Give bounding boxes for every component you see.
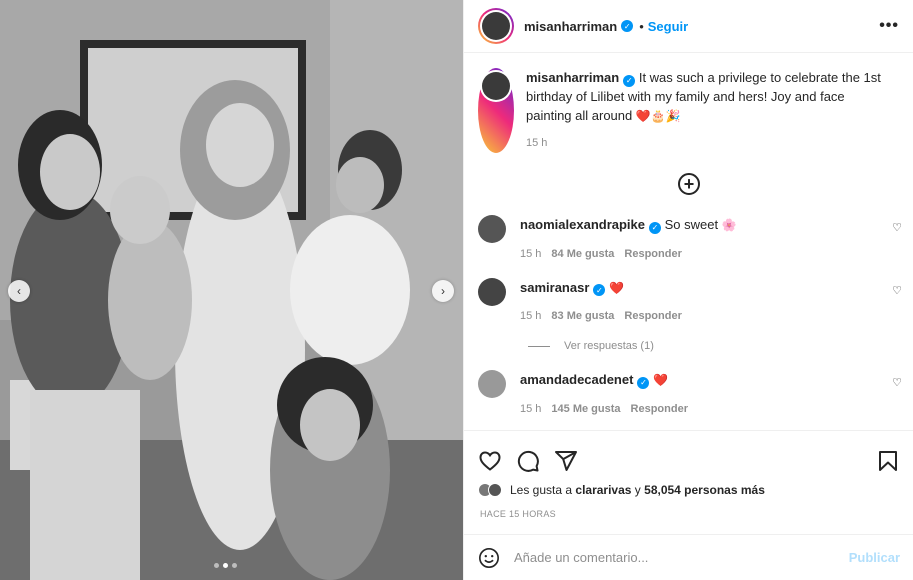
comment-username[interactable]: naomialexandrapike (520, 217, 645, 232)
comment-time: 15 h (520, 310, 542, 322)
comment-emoji: ❤️ (653, 373, 669, 387)
comment-emoji: ❤️ (609, 280, 624, 295)
post-header: misanharriman ✓ • Seguir ••• (464, 0, 913, 53)
publish-button[interactable]: Publicar (849, 550, 900, 565)
caption-username[interactable]: misanharriman (526, 70, 619, 85)
comment-heart-icon[interactable]: ♡ (892, 221, 902, 234)
replies-divider (528, 345, 550, 347)
post-author-username[interactable]: misanharriman (524, 19, 617, 34)
avatar[interactable] (478, 215, 506, 243)
comment-icon[interactable] (516, 449, 540, 473)
chevron-right-icon: › (441, 284, 445, 298)
comment-emoji: 🌸 (721, 218, 737, 232)
caption-avatar-ring[interactable] (478, 68, 514, 153)
post-caption: misanharriman ✓ It was such a privilege t… (464, 54, 913, 153)
comments-scroll-area[interactable]: misanharriman ✓ It was such a privilege t… (464, 54, 913, 430)
caption-emojis: ❤️🎂🎉 (635, 109, 681, 123)
carousel-dot (214, 563, 219, 568)
heart-icon[interactable] (478, 449, 502, 473)
story-ring[interactable] (478, 8, 514, 44)
add-circle-icon[interactable]: + (678, 173, 700, 195)
more-options-icon[interactable]: ••• (879, 17, 899, 35)
comment-heart-icon[interactable]: ♡ (892, 376, 902, 389)
add-comment-bar: Publicar (464, 534, 913, 580)
verified-icon: ✓ (637, 376, 650, 389)
comment-likes[interactable]: 145 Me gusta (551, 403, 620, 415)
comment-likes[interactable]: 83 Me gusta (551, 310, 614, 322)
liker-avatar (488, 483, 502, 497)
liker-username[interactable]: clararivas (575, 483, 631, 497)
separator-dot: • (639, 18, 644, 34)
instagram-post-modal: ‹ › misanharriman ✓ • Seguir ••• misanha… (0, 0, 913, 580)
carousel-dot-active (223, 563, 228, 568)
reply-button[interactable]: Responder (624, 248, 681, 260)
post-timestamp[interactable]: HACE 15 HORAS (464, 509, 913, 519)
share-icon[interactable] (554, 449, 578, 473)
avatar (482, 12, 510, 40)
likes-connector: y (634, 483, 641, 497)
comment-input[interactable] (514, 550, 849, 565)
caption-time: 15 h (526, 137, 548, 149)
comment-item: naomialexandrapike ✓ So sweet 🌸 15 h 84 Me… (464, 213, 913, 260)
carousel-indicator (214, 563, 237, 568)
avatar[interactable] (478, 277, 506, 306)
action-bar (464, 431, 913, 479)
comment-username[interactable]: amandadecadenet (520, 372, 633, 387)
verified-icon: ✓ (593, 284, 606, 296)
reply-button[interactable]: Responder (624, 310, 681, 322)
likes-count[interactable]: 58,054 personas más (644, 483, 765, 497)
emoji-icon[interactable] (478, 547, 500, 569)
comment-time: 15 h (520, 247, 542, 260)
verified-icon: ✓ (649, 221, 661, 234)
comment-username[interactable]: samiranasr (520, 280, 589, 295)
reply-button[interactable]: Responder (631, 403, 688, 415)
carousel-prev-button[interactable]: ‹ (8, 280, 30, 302)
avatar[interactable] (478, 370, 506, 398)
carousel-next-button[interactable]: › (432, 280, 454, 302)
view-replies-button[interactable]: Ver respuestas (1) (464, 340, 913, 352)
post-photo[interactable]: ‹ › (0, 0, 463, 580)
comment-item: samiranasr ✓ ❤️ 15 h 83 Me gusta Responder … (464, 276, 913, 322)
follow-button[interactable]: Seguir (648, 19, 688, 34)
likes-prefix: Les gusta a (510, 483, 573, 497)
comment-heart-icon[interactable]: ♡ (892, 284, 902, 297)
post-side-panel: misanharriman ✓ • Seguir ••• misanharrim… (463, 0, 913, 580)
verified-icon: ✓ (623, 74, 636, 87)
carousel-dot (232, 563, 237, 568)
verified-icon: ✓ (621, 20, 634, 32)
comment-likes[interactable]: 84 Me gusta (551, 248, 614, 260)
comment-time: 15 h (520, 402, 542, 415)
comment-text: So sweet (664, 217, 719, 232)
comment-item: amandadecadenet ✓ ❤️ 15 h 145 Me gusta Resp… (464, 368, 913, 415)
view-replies-label: Ver respuestas (1) (564, 340, 654, 352)
bookmark-icon[interactable] (876, 449, 900, 473)
likes-summary: Les gusta a clararivas y 58,054 personas… (464, 483, 913, 497)
post-actions-section: Les gusta a clararivas y 58,054 personas… (464, 430, 913, 580)
chevron-left-icon: ‹ (17, 284, 21, 298)
avatar (482, 72, 510, 100)
